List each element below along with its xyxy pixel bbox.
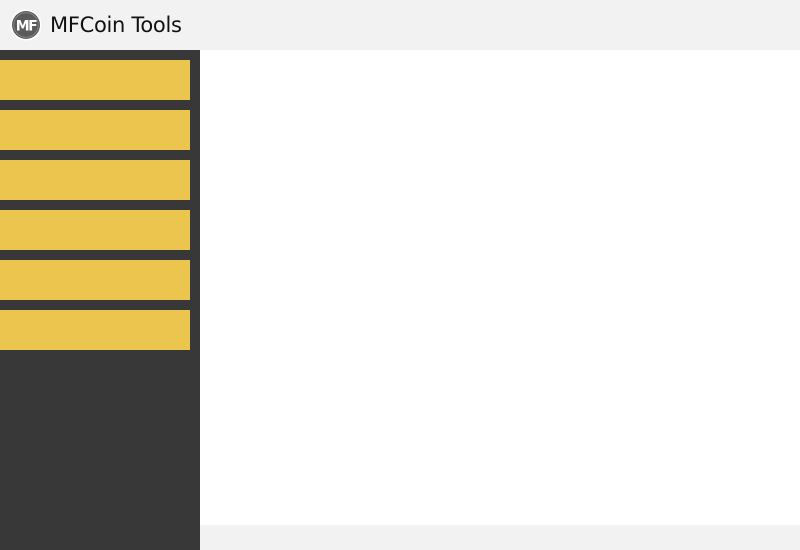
sidebar-button-2[interactable] [0, 110, 190, 150]
main-content-area [200, 50, 800, 525]
sidebar-button-4[interactable] [0, 210, 190, 250]
sidebar-button-6[interactable] [0, 310, 190, 350]
svg-text:MF: MF [16, 19, 37, 35]
status-bar [200, 525, 800, 550]
app-title: MFCoin Tools [50, 13, 182, 37]
mfcoin-logo-icon: MF [10, 9, 42, 41]
sidebar-button-5[interactable] [0, 260, 190, 300]
sidebar-button-3[interactable] [0, 160, 190, 200]
sidebar-button-1[interactable] [0, 60, 190, 100]
title-bar: MF MFCoin Tools [0, 0, 800, 50]
sidebar [0, 50, 200, 550]
app-window: MF MFCoin Tools [0, 0, 800, 550]
